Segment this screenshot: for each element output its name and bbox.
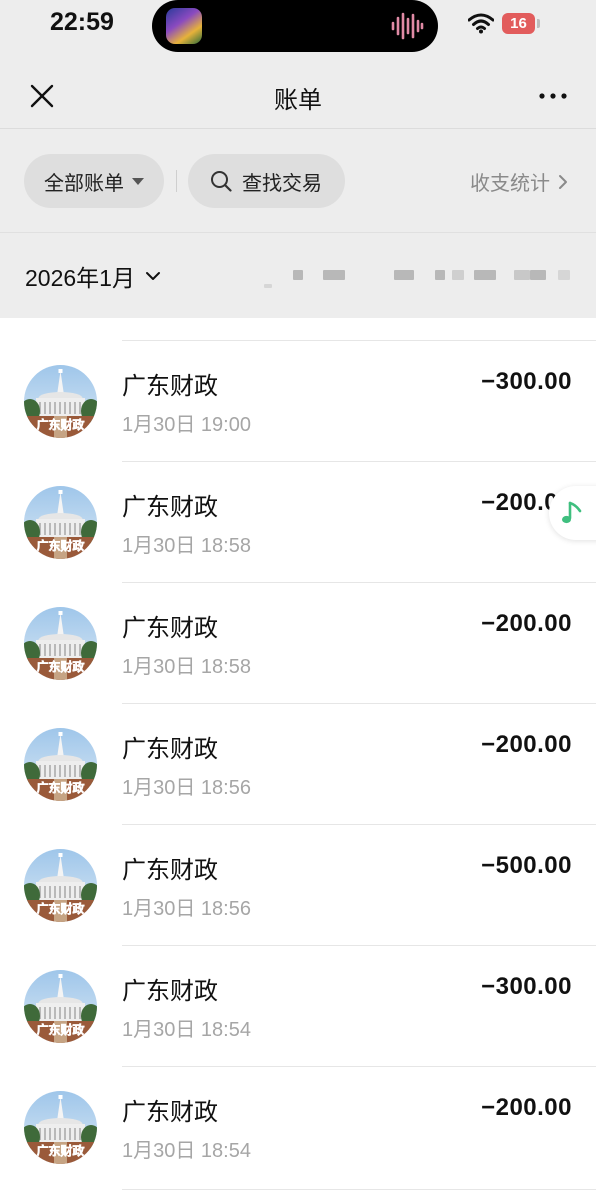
merchant-logo-text: 广东财政: [36, 417, 85, 432]
stats-link[interactable]: 收支统计: [470, 167, 568, 196]
filter-separator: [176, 170, 177, 192]
transaction-time: 1月30日 18:58: [122, 656, 251, 678]
dynamic-island[interactable]: [152, 0, 438, 52]
battery-indicator: 16: [502, 13, 535, 34]
merchant-logo-icon: 广东财政: [24, 728, 97, 801]
merchant-name: 广东财政: [122, 372, 218, 400]
transaction-amount: −500.00: [481, 852, 572, 879]
merchant-name: 广东财政: [122, 614, 218, 642]
search-icon: [211, 171, 232, 192]
all-bills-filter[interactable]: 全部账单: [24, 154, 164, 208]
merchant-logo-text: 广东财政: [36, 901, 85, 916]
transaction-amount: −300.00: [481, 368, 572, 395]
merchant-logo-icon: 广东财政: [24, 365, 97, 438]
merchant-name: 广东财政: [122, 1098, 218, 1126]
status-time: 22:59: [50, 8, 114, 36]
transaction-time: 1月30日 19:00: [122, 414, 251, 436]
transaction-row[interactable]: 广东财政 广东财政 1月30日 18:56 −500.00: [0, 824, 596, 945]
row-divider: [122, 1066, 596, 1067]
wifi-icon: [468, 13, 494, 34]
page-title: 账单: [274, 86, 322, 114]
merchant-logo-text: 广东财政: [36, 538, 85, 553]
transaction-amount: −200.00: [481, 731, 572, 758]
transaction-amount: −300.00: [481, 973, 572, 1000]
status-bar: 22:59 16: [0, 0, 596, 52]
row-divider: [122, 945, 596, 946]
music-note-icon: [562, 501, 582, 524]
merchant-logo-icon: 广东财政: [24, 607, 97, 680]
merchant-name: 广东财政: [122, 493, 218, 521]
transaction-list: 广东财政 广东财政 1月30日 19:00 −300.00 广东财政 广东财政 …: [0, 340, 596, 1187]
transaction-row[interactable]: 广东财政 广东财政 1月30日 18:54 −200.00: [0, 1066, 596, 1187]
transaction-time: 1月30日 18:54: [122, 1019, 251, 1041]
transaction-time: 1月30日 18:56: [122, 777, 251, 799]
row-divider: [122, 340, 596, 341]
stats-label: 收支统计: [470, 171, 550, 195]
row-divider: [122, 703, 596, 704]
transaction-row[interactable]: 广东财政 广东财政 1月30日 18:54 −300.00: [0, 945, 596, 1066]
merchant-logo-icon: 广东财政: [24, 970, 97, 1043]
merchant-logo-icon: 广东财政: [24, 849, 97, 922]
transaction-row[interactable]: 广东财政 广东财政 1月30日 19:00 −300.00: [0, 340, 596, 461]
merchant-name: 广东财政: [122, 977, 218, 1005]
transaction-row[interactable]: 广东财政 广东财政 1月30日 18:58 −200.00: [0, 461, 596, 582]
all-bills-label: 全部账单: [44, 170, 124, 195]
chevron-right-icon: [559, 174, 567, 189]
merchant-name: 广东财政: [122, 735, 218, 763]
row-divider: [122, 582, 596, 583]
row-divider: [122, 461, 596, 462]
transaction-time: 1月30日 18:58: [122, 535, 251, 557]
transaction-time: 1月30日 18:56: [122, 898, 251, 920]
merchant-name: 广东财政: [122, 856, 218, 884]
audio-wave-icon: [391, 12, 424, 40]
month-selector[interactable]: 2026年1月: [25, 259, 161, 293]
floating-music-button[interactable]: [549, 486, 596, 540]
battery-tip: [537, 19, 540, 28]
merchant-logo-text: 广东财政: [36, 659, 85, 674]
merchant-logo-icon: 广东财政: [24, 486, 97, 559]
album-art-icon: [166, 8, 202, 44]
blurred-summary: [260, 270, 580, 288]
merchant-logo-text: 广东财政: [36, 1022, 85, 1037]
filter-divider: [0, 232, 596, 233]
more-icon[interactable]: [538, 91, 568, 101]
merchant-logo-icon: 广东财政: [24, 1091, 97, 1164]
transaction-row[interactable]: 广东财政 广东财政 1月30日 18:58 −200.00: [0, 582, 596, 703]
chevron-down-icon: [145, 272, 160, 280]
search-label: 查找交易: [242, 170, 322, 195]
nav-divider: [0, 128, 596, 129]
transaction-amount: −200.00: [481, 610, 572, 637]
search-transactions-button[interactable]: 查找交易: [188, 154, 345, 208]
month-label: 2026年1月: [25, 265, 135, 291]
merchant-logo-text: 广东财政: [36, 780, 85, 795]
merchant-logo-text: 广东财政: [36, 1143, 85, 1158]
list-bottom-divider: [122, 1189, 596, 1190]
transaction-row[interactable]: 广东财政 广东财政 1月30日 18:56 −200.00: [0, 703, 596, 824]
transaction-amount: −200.00: [481, 1094, 572, 1121]
caret-down-icon: [132, 177, 144, 185]
row-divider: [122, 824, 596, 825]
transaction-time: 1月30日 18:54: [122, 1140, 251, 1162]
